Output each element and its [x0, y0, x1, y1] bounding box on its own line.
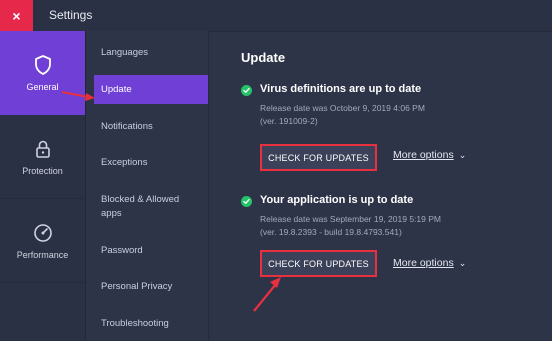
- page-title: Update: [241, 50, 286, 65]
- check-application-updates-button[interactable]: CHECK FOR UPDATES: [260, 250, 377, 277]
- close-button[interactable]: ×: [0, 0, 33, 31]
- nav-item-password[interactable]: Password: [94, 244, 208, 258]
- nav-item-exceptions[interactable]: Exceptions: [94, 156, 208, 170]
- rail-label-performance: Performance: [16, 249, 69, 260]
- check-icon: [241, 85, 252, 96]
- close-icon: ×: [12, 7, 21, 24]
- nav-item-personal-privacy[interactable]: Personal Privacy: [94, 280, 208, 294]
- check-definitions-updates-button[interactable]: CHECK FOR UPDATES: [260, 144, 377, 171]
- nav-item-blocked-allowed-apps[interactable]: Blocked & Allowed apps: [94, 193, 194, 221]
- rail-item-protection[interactable]: Protection: [0, 115, 85, 199]
- category-rail: General Protection Performance: [0, 31, 86, 341]
- nav-label-update: Update: [101, 83, 132, 95]
- window-title: Settings: [49, 8, 93, 22]
- definitions-release-date: Release date was October 9, 2019 4:06 PM: [260, 103, 425, 113]
- lock-icon: [35, 140, 50, 158]
- nav-item-troubleshooting[interactable]: Troubleshooting: [94, 317, 208, 331]
- nav-item-notifications[interactable]: Notifications: [94, 120, 208, 134]
- shield-icon: [34, 54, 51, 75]
- chevron-down-icon: ⌄: [458, 150, 467, 160]
- gauge-icon: [33, 223, 52, 242]
- title-bar: × Settings: [0, 0, 552, 32]
- application-version: (ver. 19.8.2393 - build 19.8.4793.541): [260, 227, 402, 237]
- rail-label-general: General: [26, 81, 59, 92]
- rail-label-protection: Protection: [22, 165, 63, 176]
- check-icon: [241, 196, 252, 207]
- application-more-options-link[interactable]: More options ⌄: [393, 257, 466, 269]
- application-title: Your application is up to date: [260, 194, 414, 206]
- nav-item-languages[interactable]: Languages: [94, 46, 208, 60]
- nav-item-update[interactable]: Update: [94, 75, 208, 104]
- update-panel: Update Virus definitions are up to date …: [209, 31, 552, 341]
- application-release-date: Release date was September 19, 2019 5:19…: [260, 214, 441, 224]
- rail-item-general[interactable]: General: [0, 31, 85, 115]
- chevron-down-icon: ⌄: [458, 258, 467, 268]
- rail-item-performance[interactable]: Performance: [0, 199, 85, 283]
- more-options-label: More options: [393, 257, 454, 269]
- definitions-more-options-link[interactable]: More options ⌄: [393, 149, 466, 161]
- definitions-version: (ver. 191009-2): [260, 116, 318, 126]
- definitions-title: Virus definitions are up to date: [260, 83, 422, 95]
- more-options-label: More options: [393, 149, 454, 161]
- settings-nav: Languages Update Notifications Exception…: [86, 31, 209, 341]
